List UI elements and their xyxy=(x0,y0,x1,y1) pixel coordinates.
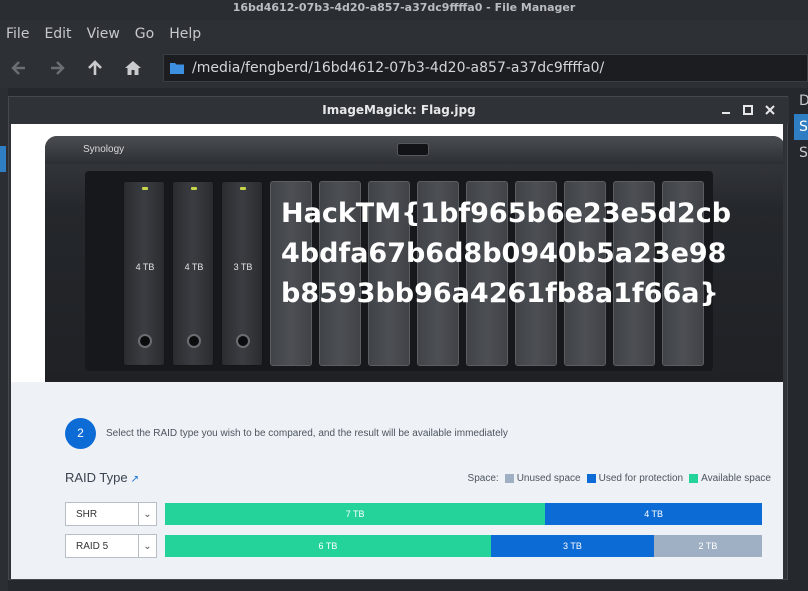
forward-button[interactable] xyxy=(38,48,76,88)
led-icon xyxy=(191,187,197,190)
imagemagick-title: ImageMagick: Flag.jpg xyxy=(9,97,789,123)
minimize-button[interactable] xyxy=(715,97,737,123)
maximize-icon xyxy=(743,105,753,115)
menu-view[interactable]: View xyxy=(87,26,120,42)
select-value: SHR xyxy=(76,508,98,520)
drive-bay-1: 4 TB xyxy=(123,181,165,366)
arrow-up-icon xyxy=(88,60,102,75)
capacity-bar: 7 TB 4 TB xyxy=(165,503,762,525)
menubar: File Edit View Go Help xyxy=(0,20,808,48)
flag-line-3: b8593bb96a4261fb8a1f66a} xyxy=(281,278,719,309)
list-item[interactable]: S xyxy=(794,140,808,166)
raid-type-select[interactable]: SHR ⌄ xyxy=(65,502,157,526)
raid-type-select[interactable]: RAID 5 ⌄ xyxy=(65,534,157,558)
drive-size-label: 4 TB xyxy=(135,262,155,272)
list-item-selected[interactable]: S xyxy=(794,114,808,140)
power-button-icon xyxy=(397,143,429,156)
bar-segment: 6 TB xyxy=(165,535,491,557)
legend-available: Available space xyxy=(701,473,771,484)
minimize-icon xyxy=(722,112,730,114)
close-button[interactable] xyxy=(759,97,781,123)
menu-go[interactable]: Go xyxy=(135,26,154,42)
drive-bay-3: 3 TB xyxy=(221,181,263,366)
legend-swatch-protection xyxy=(586,474,596,483)
select-value: RAID 5 xyxy=(76,540,109,552)
led-icon xyxy=(142,187,148,190)
bar-segment: 3 TB xyxy=(490,535,654,557)
legend-protection: Used for protection xyxy=(598,473,684,484)
step-number-badge: 2 xyxy=(65,418,96,449)
drive-size-label: 3 TB xyxy=(233,262,253,272)
nas-photo: Synology 4 TB 4 TB 3 TB HackTM{1bf965b6e… xyxy=(11,124,783,382)
path-bar[interactable]: /media/fengberd/16bd4612-07b3-4d20-a857-… xyxy=(163,54,808,82)
close-icon xyxy=(765,105,775,115)
home-button[interactable] xyxy=(114,48,152,88)
arrow-left-icon xyxy=(11,61,25,75)
legend-swatch-unused xyxy=(504,474,514,483)
drive-bay-2: 4 TB xyxy=(172,181,214,366)
raid-type-heading[interactable]: RAID Type ↗ xyxy=(65,470,139,485)
file-list-column: D S S xyxy=(794,88,808,591)
menu-file[interactable]: File xyxy=(6,26,29,42)
legend-swatch-available xyxy=(689,474,699,483)
bar-segment: 2 TB xyxy=(653,535,762,557)
drive-size-label: 4 TB xyxy=(184,262,204,272)
bay-lock-icon xyxy=(187,334,201,348)
sidebar-selected-item[interactable] xyxy=(0,146,6,172)
back-button[interactable] xyxy=(0,48,38,88)
raid-row-1: SHR ⌄ 7 TB 4 TB xyxy=(65,502,771,526)
flag-line-2: 4bdfa67b6d8b0940b5a23e98 xyxy=(281,238,727,269)
folder-icon xyxy=(170,63,184,74)
menu-help[interactable]: Help xyxy=(169,26,201,42)
image-canvas[interactable]: Synology 4 TB 4 TB 3 TB HackTM{1bf965b6e… xyxy=(11,124,783,579)
menu-edit[interactable]: Edit xyxy=(44,26,71,42)
step-instructions: Select the RAID type you wish to be comp… xyxy=(106,428,508,439)
path-text: /media/fengberd/16bd4612-07b3-4d20-a857-… xyxy=(192,60,605,76)
toolbar: /media/fengberd/16bd4612-07b3-4d20-a857-… xyxy=(0,48,808,88)
external-link-icon[interactable]: ↗ xyxy=(131,474,139,485)
chevron-down-icon[interactable]: ⌄ xyxy=(138,535,156,557)
up-button[interactable] xyxy=(76,48,114,88)
window-title: 16bd4612-07b3-4d20-a857-a37dc9ffffa0 - F… xyxy=(0,0,808,20)
maximize-button[interactable] xyxy=(737,97,759,123)
bay-lock-icon xyxy=(138,334,152,348)
brand-logo: Synology xyxy=(83,144,125,155)
imagemagick-window: ImageMagick: Flag.jpg Synology 4 TB 4 TB… xyxy=(8,96,789,580)
bay-lock-icon xyxy=(236,334,250,348)
raid-type-label: RAID Type xyxy=(65,470,128,485)
raid-row-2: RAID 5 ⌄ 6 TB 3 TB 2 TB xyxy=(65,534,771,558)
legend-title: Space: xyxy=(467,473,499,484)
home-icon xyxy=(125,61,141,75)
bar-segment: 4 TB xyxy=(545,503,762,525)
flag-line-1: HackTM{1bf965b6e23e5d2cb xyxy=(281,198,732,229)
space-legend: Space: Unused space Used for protection … xyxy=(468,473,771,484)
bar-segment: 7 TB xyxy=(165,503,546,525)
sidebar xyxy=(0,88,8,591)
led-icon xyxy=(240,187,246,190)
flag-text: HackTM{1bf965b6e23e5d2cb 4bdfa67b6d8b0940… xyxy=(281,194,732,314)
desktop: 16bd4612-07b3-4d20-a857-a37dc9ffffa0 - F… xyxy=(0,0,808,591)
arrow-right-icon xyxy=(51,61,65,75)
legend-unused: Unused space xyxy=(516,473,581,484)
raid-calculator: 2 Select the RAID type you wish to be co… xyxy=(11,382,783,579)
chevron-down-icon[interactable]: ⌄ xyxy=(138,503,156,525)
capacity-bar: 6 TB 3 TB 2 TB xyxy=(165,535,762,557)
list-item[interactable]: D xyxy=(794,88,808,114)
window-controls xyxy=(715,97,781,123)
